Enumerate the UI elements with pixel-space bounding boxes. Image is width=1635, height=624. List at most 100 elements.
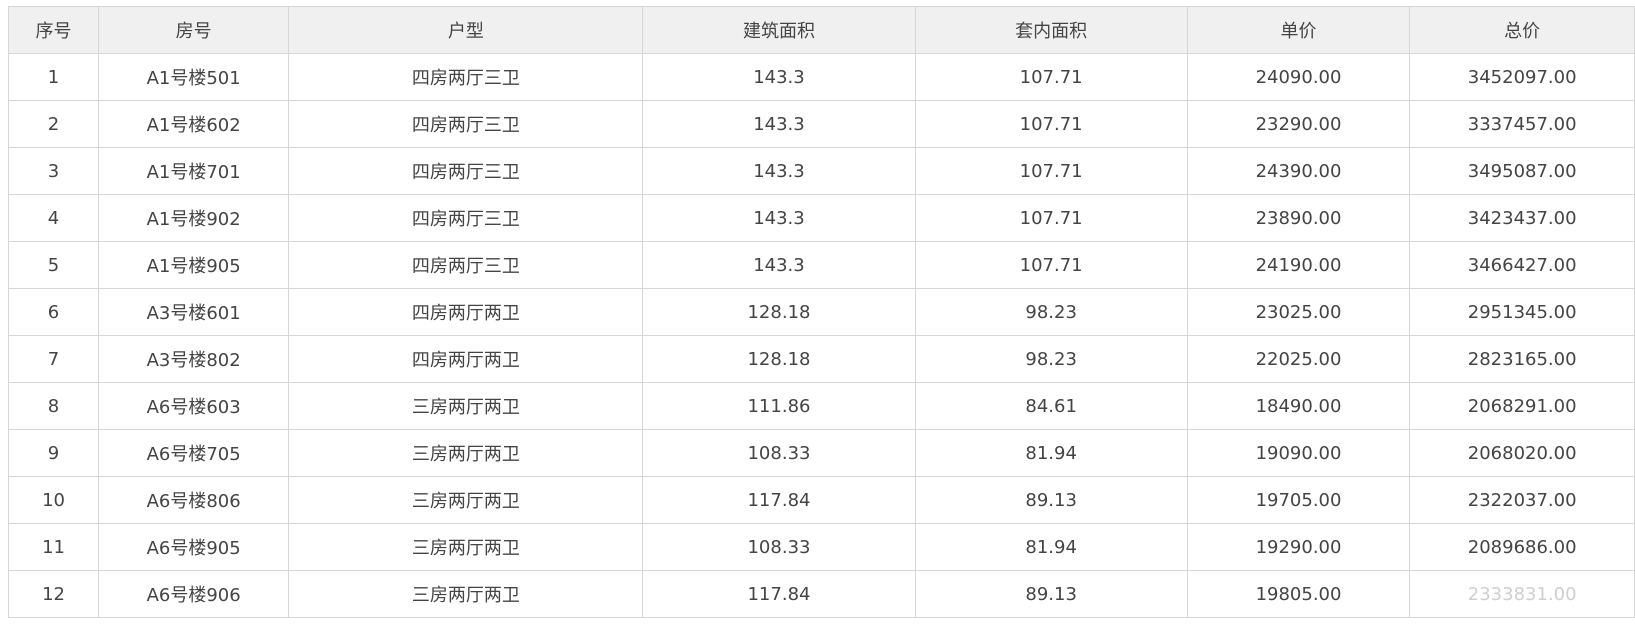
cell-layout: 三房两厅两卫: [288, 429, 644, 477]
cell-layout: 三房两厅两卫: [288, 570, 644, 618]
cell-unit: A3号楼802: [98, 335, 290, 383]
cell-index: 10: [7, 476, 100, 524]
column-header-gross-area: 建筑面积: [642, 6, 916, 54]
cell-index: 2: [7, 100, 100, 148]
cell-net-area: 81.94: [914, 523, 1188, 571]
cell-net-area: 84.61: [914, 382, 1188, 430]
cell-unit: A1号楼602: [98, 100, 290, 148]
cell-layout: 三房两厅两卫: [288, 476, 644, 524]
cell-layout: 四房两厅三卫: [288, 147, 644, 195]
cell-layout: 三房两厅两卫: [288, 382, 644, 430]
cell-index: 5: [7, 241, 100, 289]
cell-index: 6: [7, 288, 100, 336]
column-header-index: 序号: [7, 6, 100, 54]
cell-unit: A6号楼806: [98, 476, 290, 524]
table-row: 10 A6号楼806 三房两厅两卫 117.84 89.13 19705.00 …: [7, 476, 1635, 524]
cell-net-area: 107.71: [914, 100, 1188, 148]
cell-gross-area: 128.18: [642, 288, 916, 336]
cell-layout: 四房两厅两卫: [288, 288, 644, 336]
cell-index: 7: [7, 335, 100, 383]
cell-unit-price: 19805.00: [1186, 570, 1411, 618]
cell-index: 8: [7, 382, 100, 430]
cell-index: 9: [7, 429, 100, 477]
cell-unit: A1号楼905: [98, 241, 290, 289]
cell-net-area: 98.23: [914, 335, 1188, 383]
cell-layout: 四房两厅两卫: [288, 335, 644, 383]
cell-unit-price: 18490.00: [1186, 382, 1411, 430]
cell-layout: 四房两厅三卫: [288, 53, 644, 101]
cell-net-area: 89.13: [914, 476, 1188, 524]
cell-gross-area: 111.86: [642, 382, 916, 430]
cell-unit-price: 19090.00: [1186, 429, 1411, 477]
listing-table-container: 序号 房号 户型 建筑面积 套内面积 单价 总价 1 A1号楼501 四房两厅三…: [7, 6, 1635, 618]
cell-unit: A3号楼601: [98, 288, 290, 336]
table-row: 5 A1号楼905 四房两厅三卫 143.3 107.71 24190.00 3…: [7, 241, 1635, 289]
cell-unit-price: 19290.00: [1186, 523, 1411, 571]
cell-unit: A1号楼501: [98, 53, 290, 101]
table-row: 8 A6号楼603 三房两厅两卫 111.86 84.61 18490.00 2…: [7, 382, 1635, 430]
cell-unit-price: 23890.00: [1186, 194, 1411, 242]
table-row: 12 A6号楼906 三房两厅两卫 117.84 89.13 19805.00 …: [7, 570, 1635, 618]
cell-unit-price: 24090.00: [1186, 53, 1411, 101]
cell-total-price: 3452097.00: [1409, 53, 1635, 101]
cell-index: 4: [7, 194, 100, 242]
cell-gross-area: 117.84: [642, 476, 916, 524]
cell-net-area: 89.13: [914, 570, 1188, 618]
cell-total-price: 3423437.00: [1409, 194, 1635, 242]
cell-index: 11: [7, 523, 100, 571]
cell-unit-price: 24190.00: [1186, 241, 1411, 289]
cell-total-price: 3495087.00: [1409, 147, 1635, 195]
cell-layout: 四房两厅三卫: [288, 100, 644, 148]
cell-layout: 三房两厅两卫: [288, 523, 644, 571]
cell-unit-price: 23290.00: [1186, 100, 1411, 148]
cell-unit: A6号楼906: [98, 570, 290, 618]
cell-total-price: 3337457.00: [1409, 100, 1635, 148]
cell-gross-area: 143.3: [642, 100, 916, 148]
column-header-unit: 房号: [98, 6, 290, 54]
cell-unit-price: 22025.00: [1186, 335, 1411, 383]
cell-unit-price: 24390.00: [1186, 147, 1411, 195]
cell-index: 3: [7, 147, 100, 195]
column-header-total-price: 总价: [1409, 6, 1635, 54]
cell-net-area: 107.71: [914, 241, 1188, 289]
cell-unit-price: 23025.00: [1186, 288, 1411, 336]
table-row: 7 A3号楼802 四房两厅两卫 128.18 98.23 22025.00 2…: [7, 335, 1635, 383]
cell-total-price: 2322037.00: [1409, 476, 1635, 524]
cell-gross-area: 108.33: [642, 429, 916, 477]
table-row: 4 A1号楼902 四房两厅三卫 143.3 107.71 23890.00 3…: [7, 194, 1635, 242]
cell-index: 1: [7, 53, 100, 101]
column-header-layout: 户型: [288, 6, 644, 54]
column-header-unit-price: 单价: [1186, 6, 1411, 54]
cell-index: 12: [7, 570, 100, 618]
cell-unit: A6号楼705: [98, 429, 290, 477]
cell-total-price: 3466427.00: [1409, 241, 1635, 289]
cell-total-price: 2068291.00: [1409, 382, 1635, 430]
cell-net-area: 107.71: [914, 147, 1188, 195]
cell-gross-area: 143.3: [642, 53, 916, 101]
cell-unit: A1号楼701: [98, 147, 290, 195]
table-row: 3 A1号楼701 四房两厅三卫 143.3 107.71 24390.00 3…: [7, 147, 1635, 195]
cell-net-area: 81.94: [914, 429, 1188, 477]
cell-gross-area: 143.3: [642, 241, 916, 289]
table-row: 11 A6号楼905 三房两厅两卫 108.33 81.94 19290.00 …: [7, 523, 1635, 571]
cell-gross-area: 143.3: [642, 147, 916, 195]
cell-net-area: 107.71: [914, 194, 1188, 242]
cell-unit: A6号楼905: [98, 523, 290, 571]
cell-unit-price: 19705.00: [1186, 476, 1411, 524]
cell-gross-area: 128.18: [642, 335, 916, 383]
cell-layout: 四房两厅三卫: [288, 241, 644, 289]
cell-total-price: 2951345.00: [1409, 288, 1635, 336]
listing-table: 序号 房号 户型 建筑面积 套内面积 单价 总价 1 A1号楼501 四房两厅三…: [7, 6, 1635, 618]
cell-net-area: 107.71: [914, 53, 1188, 101]
cell-gross-area: 143.3: [642, 194, 916, 242]
cell-unit: A1号楼902: [98, 194, 290, 242]
cell-gross-area: 108.33: [642, 523, 916, 571]
cell-layout: 四房两厅三卫: [288, 194, 644, 242]
cell-unit: A6号楼603: [98, 382, 290, 430]
cell-total-price: 2823165.00: [1409, 335, 1635, 383]
cell-total-price: 2333831.00: [1409, 570, 1635, 618]
column-header-net-area: 套内面积: [914, 6, 1188, 54]
table-row: 9 A6号楼705 三房两厅两卫 108.33 81.94 19090.00 2…: [7, 429, 1635, 477]
header-row: 序号 房号 户型 建筑面积 套内面积 单价 总价: [7, 6, 1635, 54]
cell-net-area: 98.23: [914, 288, 1188, 336]
